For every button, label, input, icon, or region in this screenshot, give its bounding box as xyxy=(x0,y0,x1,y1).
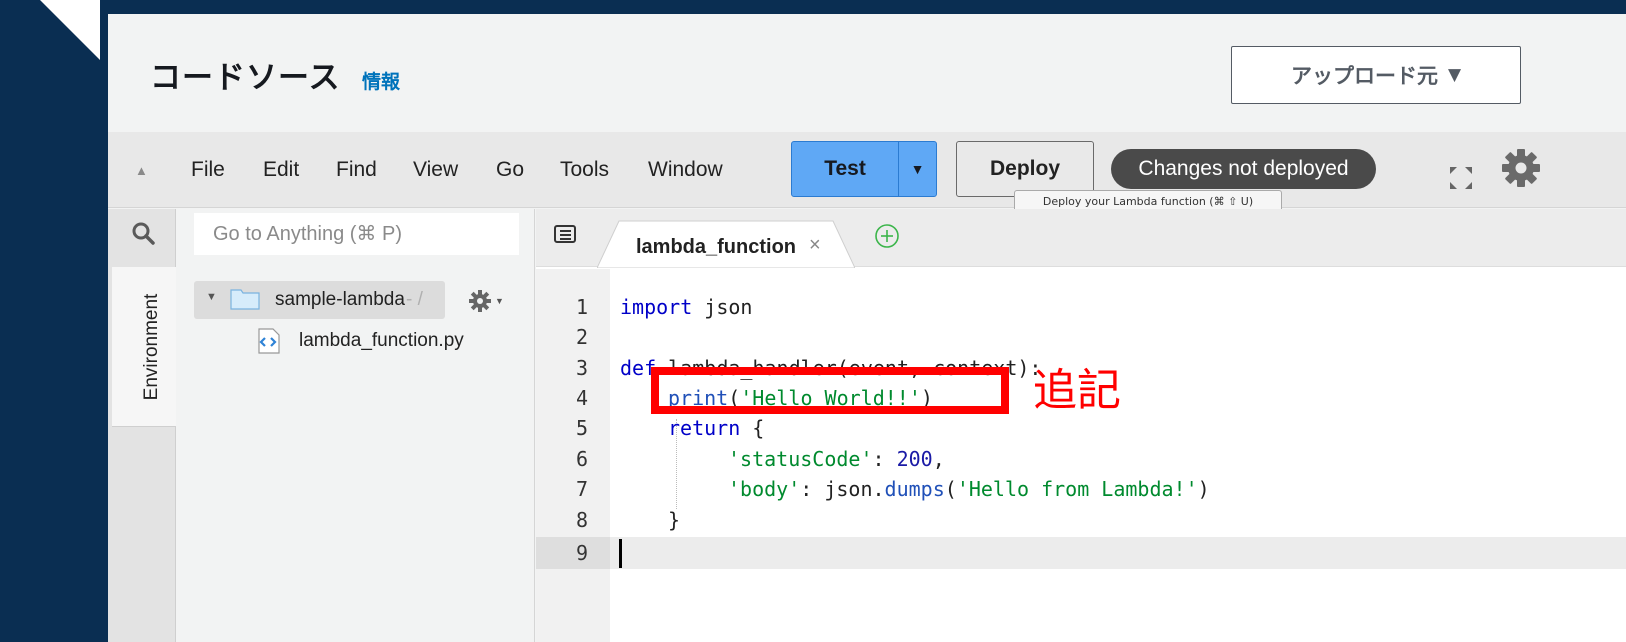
code-editor: lambda_function × 1 2 3 4 5 6 7 8 9 impo xyxy=(536,209,1626,642)
line-number-gutter: 1 2 3 4 5 6 7 8 9 xyxy=(536,269,610,642)
menu-tools[interactable]: Tools xyxy=(560,158,609,182)
folder-icon xyxy=(230,289,260,310)
highlight-box xyxy=(651,367,1009,414)
status-badge: Changes not deployed xyxy=(1111,149,1376,189)
close-icon[interactable]: × xyxy=(809,234,821,257)
code-line-8: } xyxy=(668,508,681,532)
file-name: lambda_function.py xyxy=(299,330,464,351)
tab-lambda-function[interactable]: lambda_function × xyxy=(597,219,855,268)
menu-file[interactable]: File xyxy=(191,158,225,182)
test-button[interactable]: Test xyxy=(792,142,899,196)
line-number: 3 xyxy=(575,356,588,380)
editor-tabbar: lambda_function × xyxy=(536,209,1626,268)
folder-path-suffix: - / xyxy=(406,289,423,310)
python-file-icon xyxy=(258,328,280,354)
test-dropdown-icon[interactable]: ▼ xyxy=(899,142,936,196)
line-number: 8 xyxy=(575,508,588,532)
info-link[interactable]: 情報 xyxy=(362,67,400,94)
code-line-5: return { xyxy=(668,416,765,440)
fullscreen-icon[interactable] xyxy=(1448,165,1474,191)
left-side-strip: Environment xyxy=(108,209,176,642)
line-number: 1 xyxy=(575,295,588,319)
environment-tab[interactable]: Environment xyxy=(112,267,176,427)
line-number: 6 xyxy=(575,447,588,471)
menu-view[interactable]: View xyxy=(413,158,458,182)
deploy-button[interactable]: Deploy xyxy=(956,141,1094,197)
test-button-group: Test ▼ xyxy=(791,141,937,197)
add-tab-icon[interactable] xyxy=(873,222,901,250)
folder-item-sample-lambda[interactable]: ▼ sample-lambda - / xyxy=(194,281,445,319)
code-source-panel: コードソース 情報 アップロード元 ▼ ▲ File Edit Find Vie… xyxy=(108,14,1626,642)
collapse-icon[interactable]: ▲ xyxy=(135,163,148,178)
goto-anything-input[interactable] xyxy=(194,213,519,255)
gear-icon[interactable] xyxy=(1501,148,1541,188)
menu-find[interactable]: Find xyxy=(336,158,377,182)
corner-decoration xyxy=(40,0,100,60)
annotation-label: 追記 xyxy=(1033,365,1121,416)
line-number: 4 xyxy=(575,386,588,410)
upload-from-button[interactable]: アップロード元 ▼ xyxy=(1231,46,1521,104)
active-line xyxy=(610,537,1626,569)
menu-edit[interactable]: Edit xyxy=(263,158,299,182)
code-line-1: import json xyxy=(620,295,753,319)
code-line-6: 'statusCode': 200, xyxy=(728,447,945,471)
upload-label: アップロード元 xyxy=(1290,64,1438,88)
line-number: 5 xyxy=(575,416,588,440)
file-item-lambda-function[interactable]: lambda_function.py xyxy=(257,326,497,360)
text-cursor xyxy=(619,539,622,568)
panel-header: コードソース 情報 アップロード元 ▼ xyxy=(108,14,1626,132)
search-icon[interactable] xyxy=(131,221,155,245)
code-text-area[interactable]: import json def lambda_handler(event, co… xyxy=(610,269,1626,642)
line-number: 2 xyxy=(575,325,588,349)
tree-settings-caret-icon[interactable]: ▼ xyxy=(495,296,504,306)
tab-list-icon[interactable] xyxy=(554,225,576,243)
file-tree: ▼ sample-lambda - / ▼ xyxy=(177,209,535,642)
environment-tab-label: Environment xyxy=(141,293,162,401)
line-number: 9 xyxy=(575,541,588,565)
page-title: コードソース xyxy=(150,60,341,95)
menu-go[interactable]: Go xyxy=(496,158,524,182)
caret-down-icon: ▼ xyxy=(1447,65,1462,85)
tree-settings-gear-icon[interactable] xyxy=(469,290,491,312)
folder-name: sample-lambda xyxy=(275,289,405,310)
line-number: 7 xyxy=(575,477,588,501)
expand-triangle-icon: ▼ xyxy=(206,291,217,303)
code-line-7: 'body': json.dumps('Hello from Lambda!') xyxy=(728,477,1210,501)
menu-window[interactable]: Window xyxy=(648,158,723,182)
tab-label: lambda_function xyxy=(636,236,797,258)
